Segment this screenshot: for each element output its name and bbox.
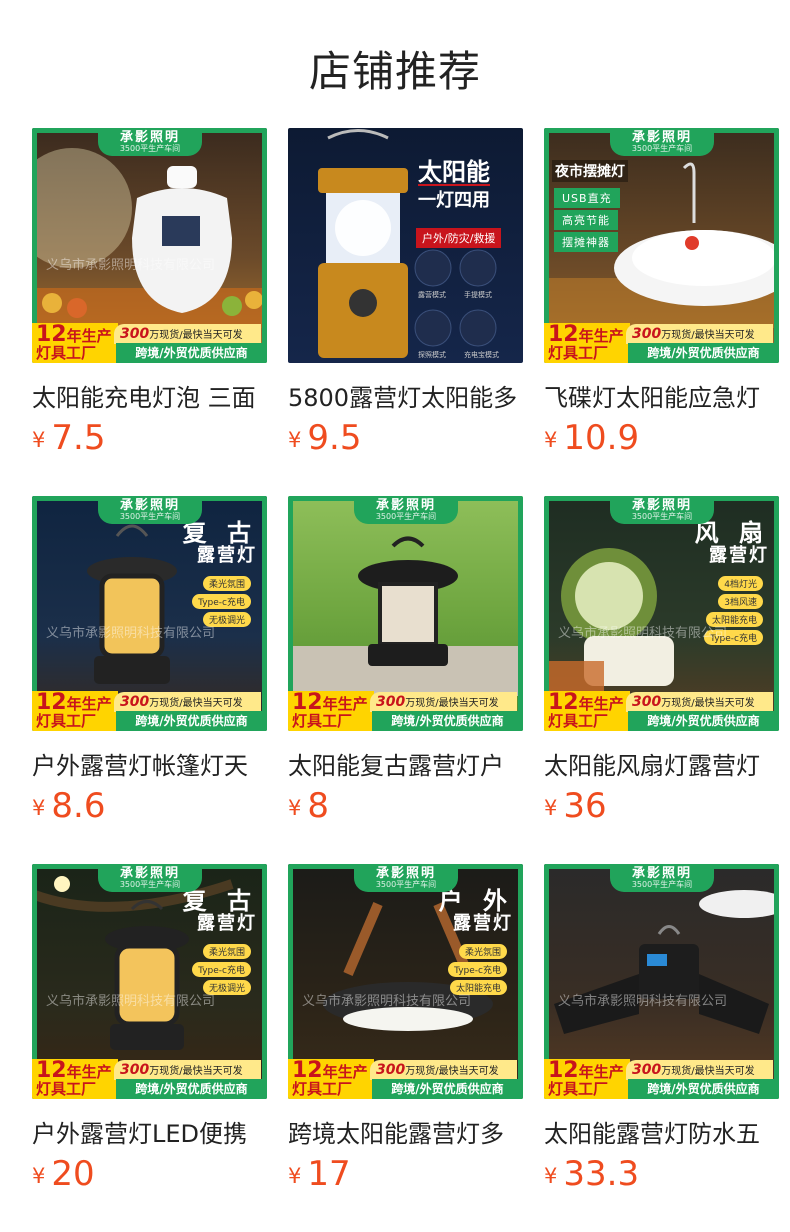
brand-badge: 承影照明 3500平生产车间 — [98, 496, 202, 524]
product-card[interactable]: 承影照明 3500平生产车间 义乌市承影照明科技有限公司 12年生产 灯具工厂 30… — [544, 864, 779, 1194]
product-card[interactable]: 夜市摆摊灯 USB直充 高亮节能 摆摊神器 承影照明 3500平生产车间 12年生… — [544, 128, 779, 458]
product-price: ¥7.5 — [32, 418, 106, 458]
product-price: ¥17 — [288, 1154, 351, 1194]
product-card[interactable]: 复 古露营灯 柔光氛围 Type-c充电 无极调光 承影照明 3500平生产车间 … — [32, 864, 267, 1194]
watermark: 义乌市承影照明科技有限公司 — [46, 258, 216, 273]
brand-badge: 承影照明 3500平生产车间 — [610, 128, 714, 156]
product-name[interactable]: 太阳能充电灯泡 三面 — [32, 378, 267, 410]
watermark: 义乌市承影照明科技有限公司 — [46, 994, 216, 1009]
product-image[interactable]: 承影照明 3500平生产车间 12年生产 灯具工厂 300万现货/最快当天可发 跨境… — [288, 496, 523, 731]
product-price: ¥8 — [288, 786, 330, 826]
brand-badge: 承影照明 3500平生产车间 — [610, 496, 714, 524]
promo-bar: 12年生产 灯具工厂 300万现货/最快当天可发 跨境/外贸优质供应商 — [544, 323, 779, 363]
product-name[interactable]: 飞碟灯太阳能应急灯 — [544, 378, 779, 410]
product-card[interactable]: 承影照明 3500平生产车间 义乌市承影照明科技有限公司 12年生产 灯具工厂 30… — [32, 128, 267, 458]
promo-bar: 12年生产 灯具工厂 300万现货/最快当天可发 跨境/外贸优质供应商 — [32, 323, 267, 363]
product-image[interactable]: 复 古露营灯 柔光氛围 Type-c充电 无极调光 承影照明 3500平生产车间 … — [32, 496, 267, 731]
product-price: ¥36 — [544, 786, 607, 826]
product-name[interactable]: 户外露营灯LED便携 — [32, 1114, 267, 1146]
mode-label: 探照模式 — [418, 351, 446, 359]
product-image[interactable]: 承影照明 3500平生产车间 义乌市承影照明科技有限公司 12年生产 灯具工厂 30… — [544, 864, 779, 1099]
image-subhead: 一灯四用 — [418, 184, 490, 212]
product-name[interactable]: 户外露营灯帐篷灯天 — [32, 746, 267, 778]
product-price: ¥10.9 — [544, 418, 640, 458]
product-name[interactable]: 太阳能露营灯防水五 — [544, 1114, 779, 1146]
watermark: 义乌市承影照明科技有限公司 — [558, 626, 728, 641]
product-image[interactable]: 夜市摆摊灯 USB直充 高亮节能 摆摊神器 承影照明 3500平生产车间 12年生… — [544, 128, 779, 363]
product-card[interactable]: 风 扇露营灯 4档灯光 3档风速 太阳能充电 Type-c充电 承影照明 3500… — [544, 496, 779, 826]
mode-label: 露营模式 — [418, 291, 446, 299]
product-image[interactable]: 复 古露营灯 柔光氛围 Type-c充电 无极调光 承影照明 3500平生产车间 … — [32, 864, 267, 1099]
page-title: 店铺推荐 — [308, 47, 481, 96]
product-image[interactable]: 风 扇露营灯 4档灯光 3档风速 太阳能充电 Type-c充电 承影照明 3500… — [544, 496, 779, 731]
promo-bar: 12年生产 灯具工厂 300万现货/最快当天可发 跨境/外贸优质供应商 — [544, 691, 779, 731]
product-card[interactable]: 太阳能 一灯四用 户外/防灾/救援 露营模式 手提模式 探照模式 充电宝模式 5… — [288, 128, 523, 458]
product-price: ¥9.5 — [288, 418, 362, 458]
product-price: ¥20 — [32, 1154, 95, 1194]
image-headline: 太阳能 — [418, 158, 490, 186]
product-price: ¥8.6 — [32, 786, 106, 826]
product-image[interactable]: 承影照明 3500平生产车间 义乌市承影照明科技有限公司 12年生产 灯具工厂 30… — [32, 128, 267, 363]
mode-label: 手提模式 — [464, 291, 492, 299]
promo-bar: 12年生产 灯具工厂 300万现货/最快当天可发 跨境/外贸优质供应商 — [32, 1059, 267, 1099]
product-name[interactable]: 跨境太阳能露营灯多 — [288, 1114, 523, 1146]
product-card[interactable]: 承影照明 3500平生产车间 12年生产 灯具工厂 300万现货/最快当天可发 跨境… — [288, 496, 523, 826]
product-card[interactable]: 户 外露营灯 柔光氛围 Type-c充电 太阳能充电 承影照明 3500平生产车间… — [288, 864, 523, 1194]
watermark: 义乌市承影照明科技有限公司 — [46, 626, 216, 641]
product-name[interactable]: 太阳能复古露营灯户 — [288, 746, 523, 778]
product-name[interactable]: 5800露营灯太阳能多 — [288, 378, 523, 410]
watermark: 义乌市承影照明科技有限公司 — [558, 994, 728, 1009]
promo-bar: 12年生产 灯具工厂 300万现货/最快当天可发 跨境/外贸优质供应商 — [288, 691, 523, 731]
product-name[interactable]: 太阳能风扇灯露营灯 — [544, 746, 779, 778]
image-tag: 户外/防灾/救援 — [416, 228, 502, 248]
promo-bar: 12年生产 灯具工厂 300万现货/最快当天可发 跨境/外贸优质供应商 — [544, 1059, 779, 1099]
brand-badge: 承影照明 3500平生产车间 — [354, 496, 458, 524]
product-image[interactable]: 太阳能 一灯四用 户外/防灾/救援 露营模式 手提模式 探照模式 充电宝模式 — [288, 128, 523, 363]
brand-badge: 承影照明 3500平生产车间 — [98, 864, 202, 892]
promo-bar: 12年生产 灯具工厂 300万现货/最快当天可发 跨境/外贸优质供应商 — [288, 1059, 523, 1099]
product-price: ¥33.3 — [544, 1154, 640, 1194]
mode-label: 充电宝模式 — [464, 351, 499, 359]
brand-badge: 承影照明 3500平生产车间 — [610, 864, 714, 892]
promo-bar: 12年生产 灯具工厂 300万现货/最快当天可发 跨境/外贸优质供应商 — [32, 691, 267, 731]
watermark: 义乌市承影照明科技有限公司 — [302, 994, 472, 1009]
product-image[interactable]: 户 外露营灯 柔光氛围 Type-c充电 太阳能充电 承影照明 3500平生产车间… — [288, 864, 523, 1099]
product-card[interactable]: 复 古露营灯 柔光氛围 Type-c充电 无极调光 承影照明 3500平生产车间 … — [32, 496, 267, 826]
brand-badge: 承影照明 3500平生产车间 — [354, 864, 458, 892]
brand-badge: 承影照明 3500平生产车间 — [98, 128, 202, 156]
